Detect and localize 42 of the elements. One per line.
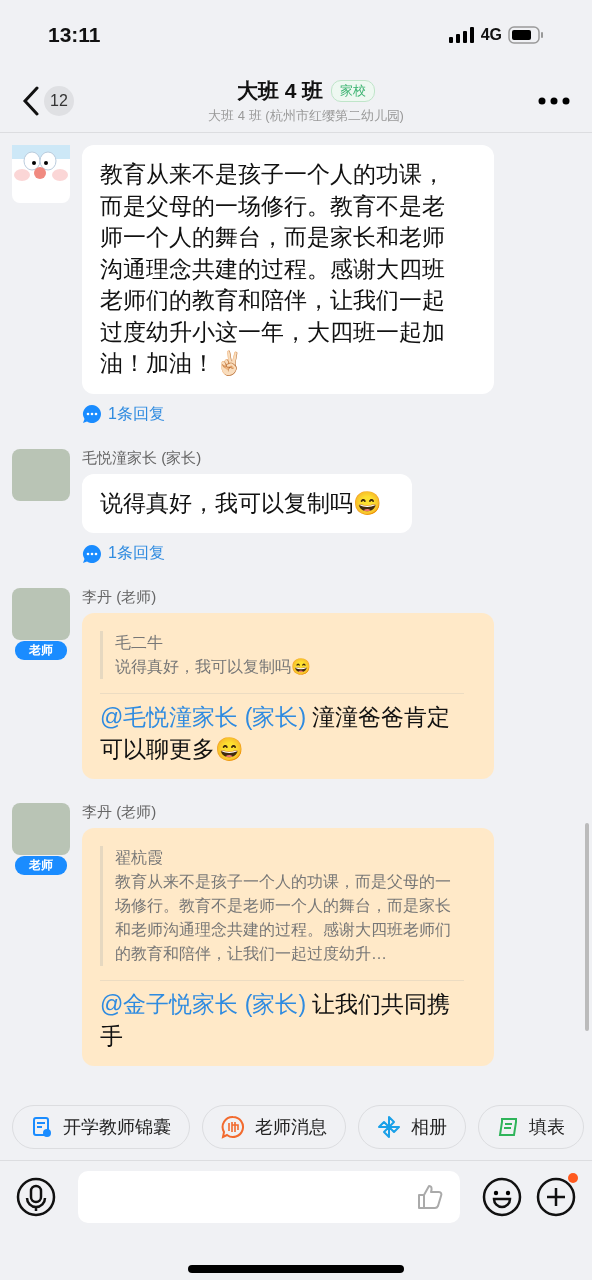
photo-placeholder[interactable]: [12, 448, 70, 501]
chat-title: 大班 4 班: [236, 78, 324, 104]
unread-count: 12: [44, 86, 74, 116]
message-text: @毛悦潼家长 (家长) 潼潼爸爸肯定可以聊更多😄: [100, 703, 452, 764]
shortcut-chip[interactable]: 开学教师锦囊: [12, 1105, 190, 1149]
sender-name: 李丹 (老师): [82, 588, 157, 607]
scroll-icon: [497, 1116, 519, 1138]
message-input[interactable]: [78, 1171, 460, 1223]
network-type: 4G: [480, 26, 502, 44]
microphone-icon[interactable]: [16, 1177, 56, 1217]
chat-bubble-icon: [82, 404, 102, 424]
document-icon: [31, 1116, 53, 1138]
shortcut-chip[interactable]: 相册: [358, 1105, 466, 1149]
message-text: 说得真好，我可以复制吗😄: [100, 488, 382, 518]
back-chevron-icon: [22, 86, 40, 116]
message-text: @金子悦家长 (家长) 让我们共同携手: [100, 990, 452, 1051]
photo-placeholder[interactable]: [12, 803, 70, 855]
signal-icon: [448, 27, 475, 43]
role-badge: 老师: [15, 641, 67, 660]
thumbs-up-icon[interactable]: [416, 1183, 444, 1211]
pinwheel-icon: [377, 1115, 401, 1139]
status-time: 13:11: [48, 23, 101, 47]
shortcut-chip[interactable]: 老师消息: [202, 1105, 346, 1149]
quote-author: 毛二牛: [115, 633, 164, 653]
back-button[interactable]: 12: [22, 86, 74, 116]
quote-text: 教育从来不是孩子一个人的功课，而是父母的一场修行。教育不是老师一个人的舞台，而是家长和老师沟通理念共建的过程。感谢大四班老师们的教育和陪伴，让我们一起过度幼升…: [115, 872, 452, 964]
photo-placeholder[interactable]: [12, 588, 70, 640]
chat-bubble-icon: [82, 543, 102, 564]
cartoon-avatar[interactable]: [12, 145, 70, 203]
role-badge: 老师: [15, 856, 67, 875]
smiley-icon[interactable]: [482, 1177, 522, 1217]
quote-author: 翟杭霞: [115, 848, 164, 868]
group-tag: 家校: [331, 80, 376, 102]
quote-text: 说得真好，我可以复制吗😄: [115, 657, 312, 677]
speech-bubble-icon: [221, 1115, 245, 1139]
sender-name: 李丹 (老师): [82, 803, 157, 822]
sender-name: 毛悦潼家长 (家长): [82, 448, 202, 468]
more-icon[interactable]: [538, 97, 570, 105]
battery-icon: [508, 26, 544, 44]
message-text: 教育从来不是孩子一个人的功课，而是父母的一场修行。教育不是老师一个人的舞台，而是家长和老师沟通理念共建的过程。感谢大四班老师们的教育和陪伴，让我们一起过度幼升小这一年，大四班一起加油！加油！✌🏻: [100, 160, 446, 378]
shortcut-chip[interactable]: 填表: [478, 1105, 584, 1149]
chat-subtitle: 大班 4 班 (杭州市红缨第二幼儿园): [208, 107, 404, 125]
